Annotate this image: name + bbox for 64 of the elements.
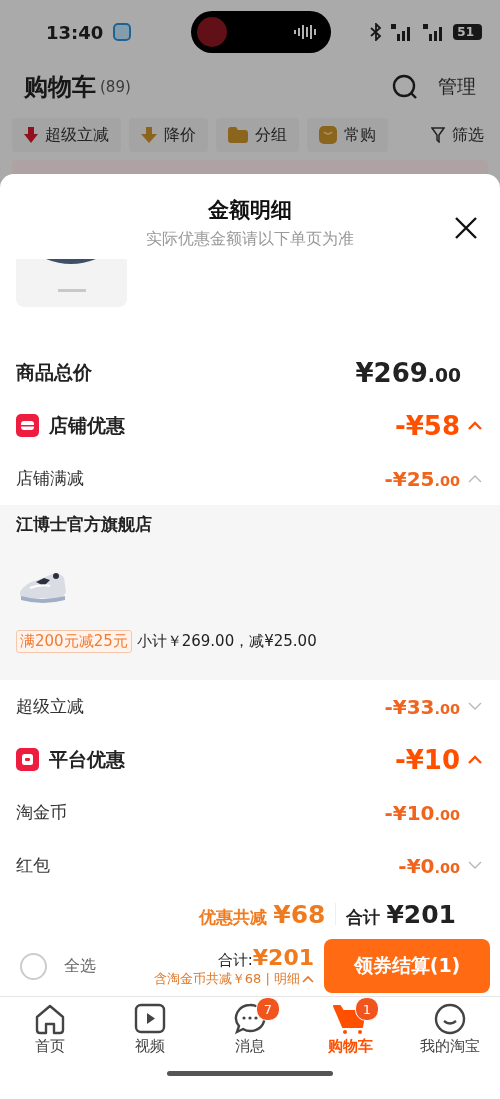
- home-icon: [34, 1003, 66, 1035]
- caret-icon[interactable]: [468, 861, 482, 870]
- waveform-icon: [293, 24, 318, 40]
- caret-icon[interactable]: [468, 755, 482, 764]
- total-price: 合计:¥201: [217, 944, 314, 970]
- select-all-radio[interactable]: [20, 952, 47, 980]
- page-title: 购物车: [24, 72, 96, 103]
- filter-chip[interactable]: 超级立减: [12, 118, 121, 152]
- total-discount: 优惠共减 ¥68: [199, 899, 326, 929]
- caret-icon[interactable]: [468, 702, 482, 711]
- item-count: (89): [100, 78, 131, 96]
- filter-chip[interactable]: 分组: [216, 118, 299, 152]
- count-badge: 1: [355, 997, 379, 1021]
- count-badge: 7: [256, 997, 280, 1021]
- sheet-title: 金额明细: [207, 197, 293, 224]
- row-label: 超级立减: [16, 695, 84, 718]
- bag-icon: [319, 126, 337, 144]
- tab-item[interactable]: 7 消息: [200, 997, 300, 1067]
- coupon-icon: [16, 748, 39, 771]
- total-price: 合计 ¥201: [346, 899, 456, 929]
- tab-item[interactable]: 视频: [100, 997, 200, 1067]
- row-label: 淘金币: [16, 801, 67, 824]
- discount-amount: -¥25.00: [384, 466, 460, 491]
- promo-tag: 满200元减25元: [16, 630, 132, 653]
- caret-icon[interactable]: [468, 421, 482, 430]
- discount-amount: -¥10.00: [384, 800, 460, 825]
- row-label: 平台优惠: [49, 746, 125, 772]
- down-arrow-icon: [141, 127, 157, 143]
- folder-icon: [228, 127, 248, 143]
- battery-level: 51: [453, 24, 482, 40]
- store-name: 江博士官方旗舰店: [16, 513, 153, 536]
- down-arrow-icon: [24, 127, 38, 143]
- row-label: 商品总价: [16, 359, 92, 385]
- video-icon: [134, 1003, 166, 1035]
- filter-chip[interactable]: 降价: [129, 118, 208, 152]
- tab-item[interactable]: 首页: [0, 997, 100, 1067]
- close-icon[interactable]: [454, 216, 478, 240]
- row-label: 红包: [16, 854, 50, 877]
- filter-chip[interactable]: 常购: [307, 118, 388, 152]
- caret-icon[interactable]: [468, 474, 482, 483]
- discount-amount: -¥33.00: [384, 694, 460, 719]
- chat-icon: [234, 1003, 266, 1035]
- album-art-icon: [197, 17, 228, 47]
- select-all-label: 全选: [64, 955, 96, 977]
- search-icon[interactable]: [392, 74, 418, 100]
- row-label: 店铺满减: [16, 467, 84, 490]
- caret-icon: [302, 974, 314, 983]
- subtotal-text: 小计￥269.00，减¥25.00: [136, 632, 317, 651]
- filter-button[interactable]: 筛选: [427, 118, 488, 152]
- manage-link[interactable]: 管理: [438, 74, 476, 100]
- bluetooth-icon: [369, 23, 384, 41]
- funnel-icon: [431, 127, 445, 143]
- smile-icon: [434, 1003, 466, 1035]
- sheet-subtitle: 实际优惠金额请以下单页为准: [145, 229, 355, 250]
- app-icon: [113, 23, 132, 41]
- status-time: 13:40: [46, 21, 104, 43]
- row-label: 店铺优惠: [49, 412, 125, 438]
- price: ¥269.00: [355, 357, 461, 388]
- coupon-icon: [16, 414, 39, 437]
- discount-amount: -¥10: [394, 744, 460, 775]
- discount-amount: -¥58: [394, 410, 460, 441]
- tab-item[interactable]: 1 购物车: [300, 997, 400, 1067]
- tab-item[interactable]: 我的淘宝: [400, 997, 500, 1067]
- discount-amount: -¥0.00: [398, 853, 460, 878]
